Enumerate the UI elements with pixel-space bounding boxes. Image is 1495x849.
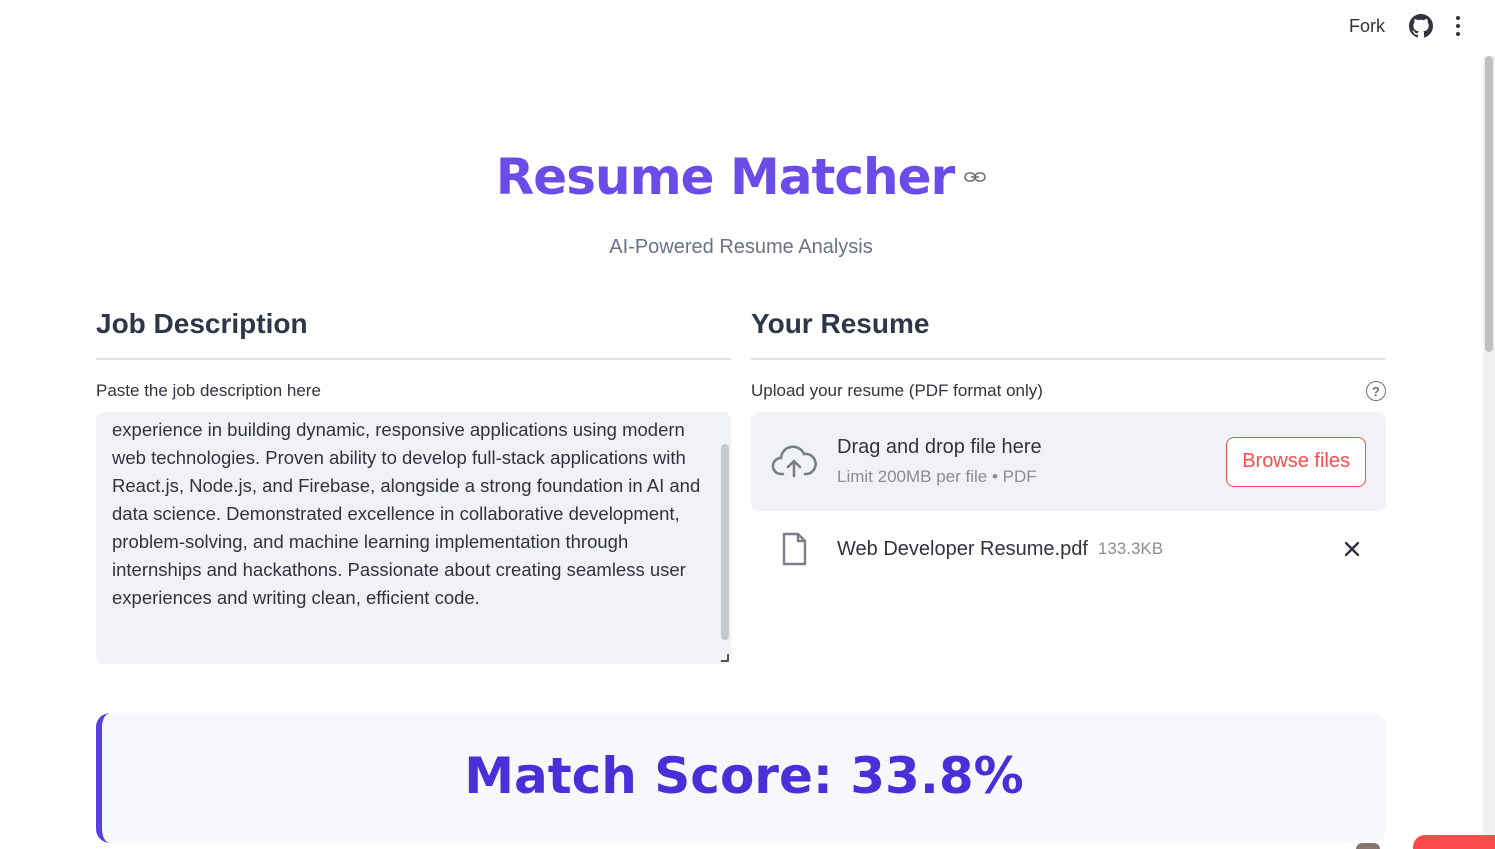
job-description-label: Paste the job description here bbox=[96, 380, 731, 402]
file-dropzone[interactable]: Drag and drop file here Limit 200MB per … bbox=[751, 412, 1386, 511]
page-scrollbar[interactable] bbox=[1483, 56, 1495, 849]
dropzone-text: Drag and drop file here Limit 200MB per … bbox=[837, 436, 1226, 487]
fork-link[interactable]: Fork bbox=[1349, 16, 1385, 37]
title-row: Resume Matcher bbox=[0, 148, 1482, 206]
textarea-scrollbar[interactable] bbox=[721, 444, 729, 640]
dropzone-title: Drag and drop file here bbox=[837, 436, 1042, 458]
match-score-text: Match Score: 33.8% bbox=[464, 747, 1024, 805]
job-description-label-text: Paste the job description here bbox=[96, 381, 321, 400]
file-icon bbox=[782, 532, 807, 566]
page-subtitle: AI-Powered Resume Analysis bbox=[609, 236, 873, 258]
help-icon[interactable]: ? bbox=[1366, 381, 1386, 401]
github-icon[interactable] bbox=[1409, 14, 1433, 38]
top-toolbar: Fork bbox=[1349, 0, 1495, 52]
resume-upload-label: Upload your resume (PDF format only) ? bbox=[751, 380, 1386, 402]
scrollbar-thumb[interactable] bbox=[1485, 56, 1493, 352]
kebab-menu-icon[interactable] bbox=[1455, 16, 1461, 36]
uploaded-file-name: Web Developer Resume.pdf bbox=[837, 537, 1088, 560]
page-title-text: Resume Matcher bbox=[495, 148, 955, 206]
uploaded-file-size: 133.3KB bbox=[1097, 539, 1164, 558]
dropzone-limit: Limit 200MB per file • PDF bbox=[837, 467, 1037, 486]
anchor-link-icon[interactable] bbox=[964, 171, 986, 183]
page-title: Resume Matcher bbox=[496, 148, 986, 206]
cloud-upload-icon bbox=[771, 444, 817, 477]
job-description-text[interactable]: experience in building dynamic, responsi… bbox=[112, 416, 701, 612]
match-score-card: Match Score: 33.8% bbox=[96, 713, 1386, 843]
resume-upload-label-text: Upload your resume (PDF format only) bbox=[751, 381, 1043, 400]
browse-files-button[interactable]: Browse files bbox=[1226, 436, 1366, 487]
close-icon[interactable] bbox=[1342, 539, 1362, 559]
resume-heading: Your Resume bbox=[751, 308, 1386, 360]
status-badge[interactable] bbox=[1413, 835, 1495, 849]
job-description-heading: Job Description bbox=[96, 308, 731, 360]
resume-section: Your Resume Upload your resume (PDF form… bbox=[751, 308, 1386, 569]
job-description-section: Job Description Paste the job descriptio… bbox=[96, 308, 731, 664]
textarea-resize-handle[interactable] bbox=[721, 654, 729, 662]
avatar[interactable] bbox=[1356, 843, 1380, 849]
job-description-textarea[interactable]: experience in building dynamic, responsi… bbox=[96, 412, 731, 664]
uploaded-file-row: Web Developer Resume.pdf 133.3KB bbox=[751, 529, 1386, 569]
